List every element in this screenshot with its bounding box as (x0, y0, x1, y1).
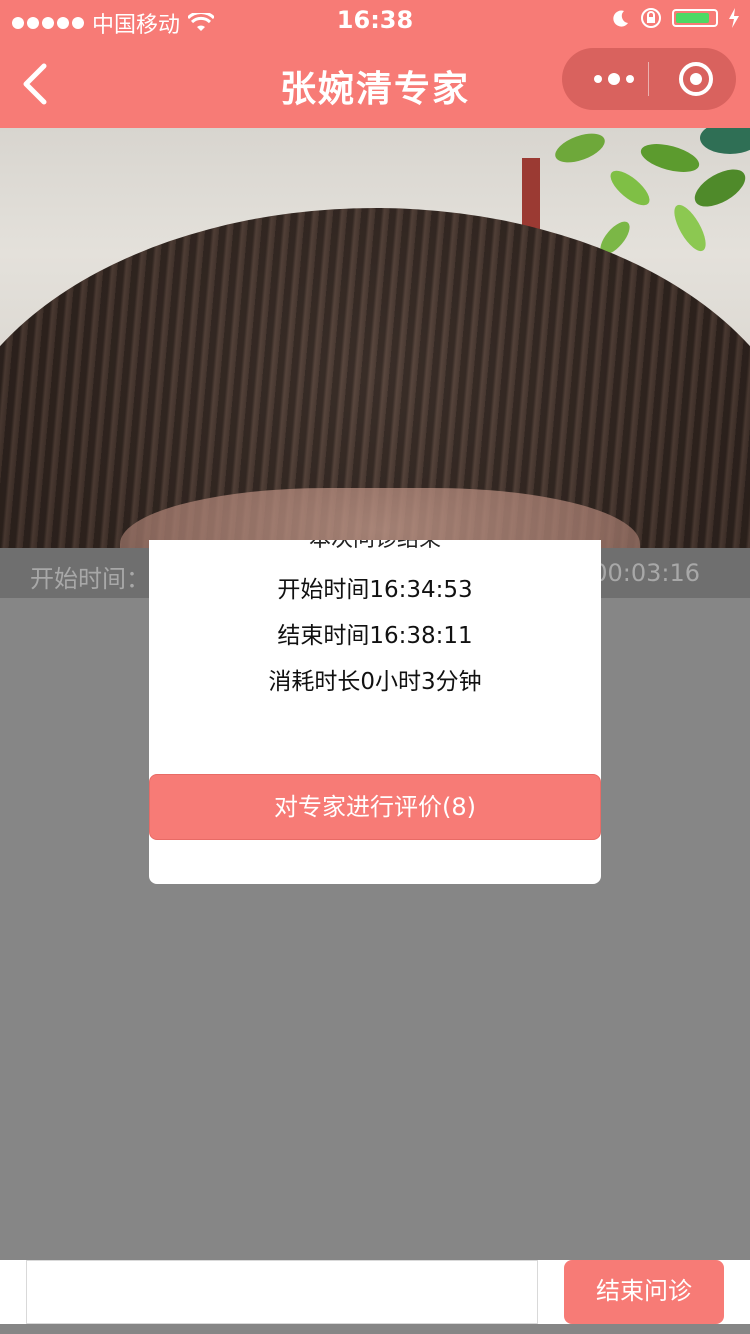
start-time-label: 开始时间： (30, 565, 150, 593)
mini-program-capsule (562, 48, 736, 110)
duration-timer: 00:03:16 (592, 559, 700, 587)
dialog-duration: 消耗时长0小时3分钟 (268, 669, 482, 695)
more-dots-icon[interactable] (584, 64, 644, 94)
end-consult-button[interactable]: 结束问诊 (564, 1260, 724, 1324)
nav-bar: 张婉清专家 (0, 40, 750, 128)
video-preview (0, 128, 750, 548)
bottom-strip (0, 1324, 750, 1334)
status-bar: 中国移动 16:38 (0, 0, 750, 40)
charging-icon (729, 8, 739, 28)
rate-expert-button[interactable]: 对专家进行评价(8) (149, 774, 601, 840)
status-right (612, 7, 740, 29)
battery-icon (672, 9, 718, 27)
dialog-title: 本次问诊结束 (149, 540, 601, 554)
moon-icon (613, 10, 628, 27)
message-input[interactable] (26, 1260, 538, 1324)
capsule-divider (648, 62, 649, 96)
dialog-end-time: 结束时间16:38:11 (277, 623, 473, 649)
consult-end-dialog: 本次问诊结束 开始时间16:34:53 结束时间16:38:11 消耗时长0小时… (149, 540, 601, 884)
close-target-icon[interactable] (678, 61, 714, 97)
dialog-start-time: 开始时间16:34:53 (277, 577, 473, 603)
bottom-bar: 结束问诊 (0, 1260, 750, 1324)
orientation-lock-icon (641, 8, 661, 28)
